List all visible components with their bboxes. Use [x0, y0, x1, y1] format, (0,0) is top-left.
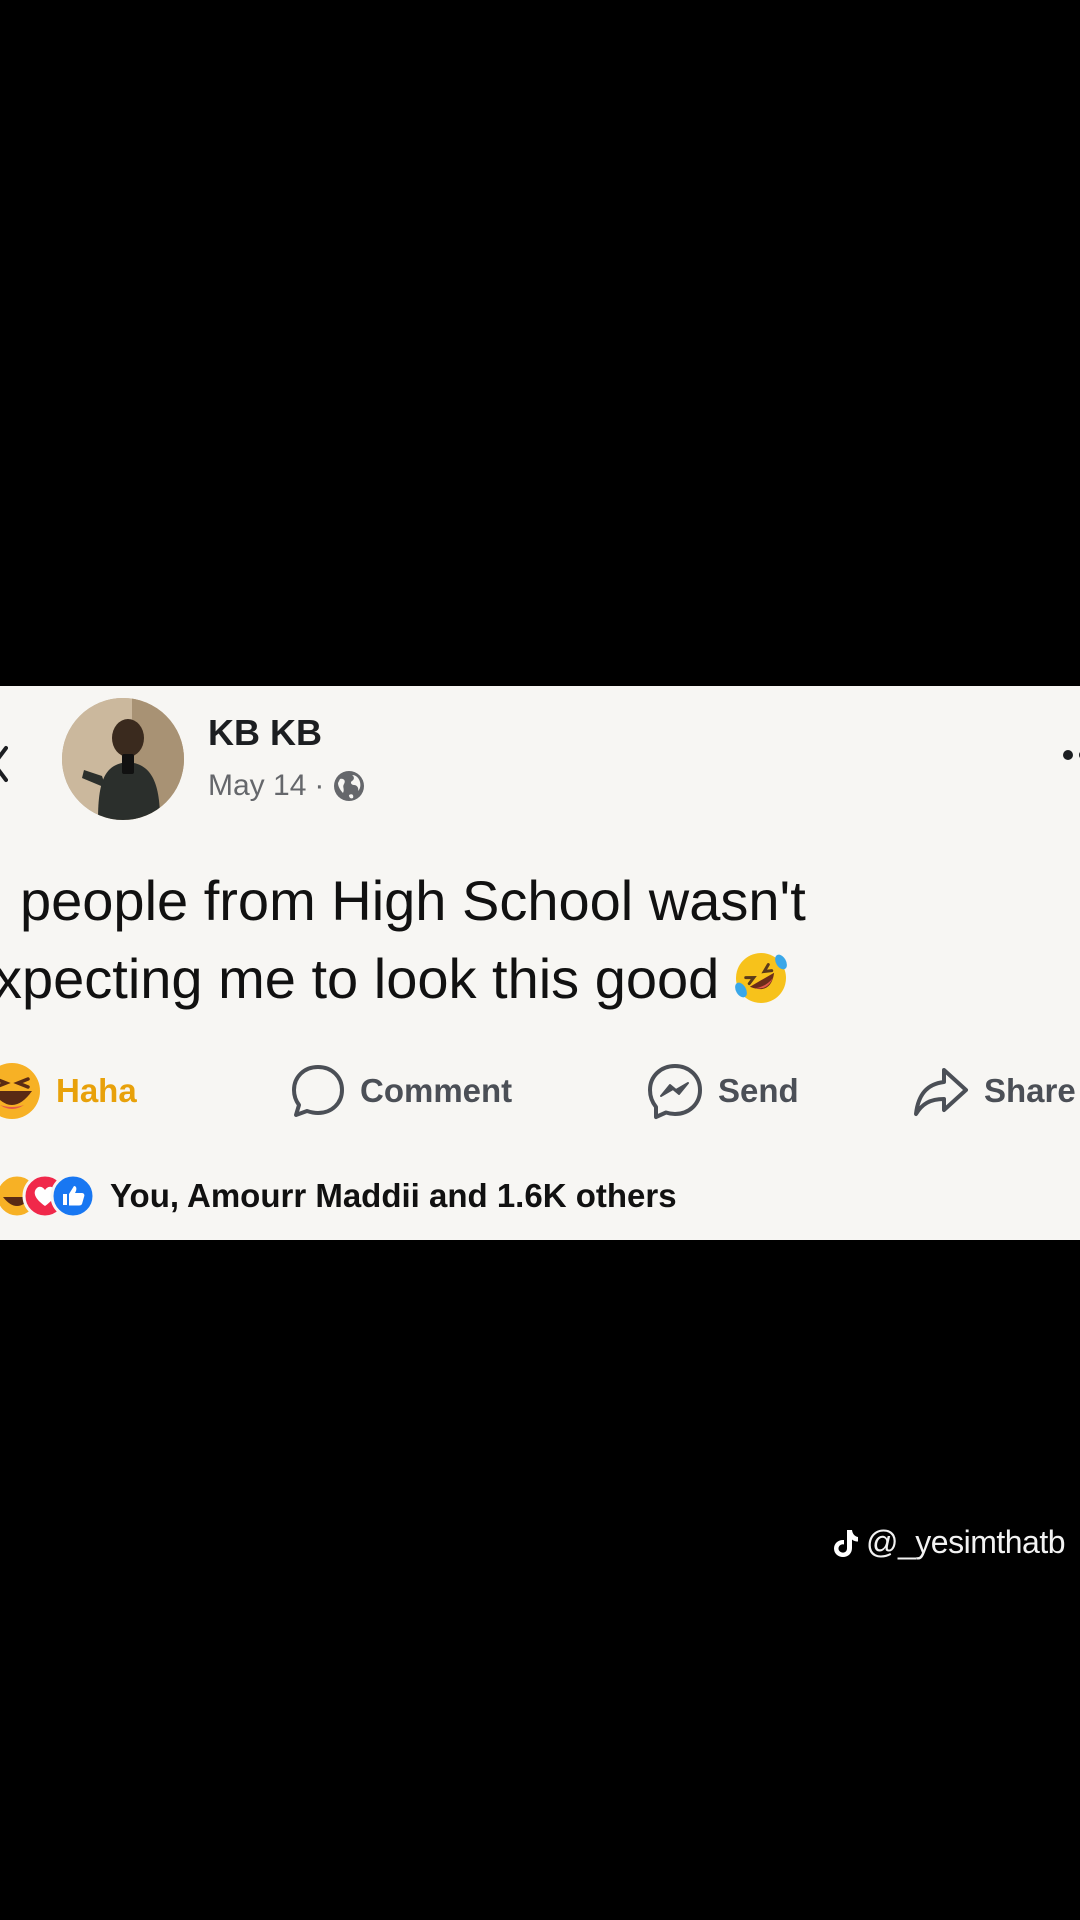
screen: KB KB May 14 · people from High School w… — [0, 0, 1080, 1920]
like-reaction-icon — [50, 1173, 96, 1219]
haha-icon — [0, 1063, 40, 1119]
more-options-icon[interactable] — [1062, 748, 1080, 762]
profile-photo — [62, 698, 184, 820]
post-meta: May 14 · — [208, 766, 366, 806]
tiktok-watermark: @_yesimthatb — [832, 1524, 1066, 1561]
facebook-post-card: KB KB May 14 · people from High School w… — [0, 686, 1080, 1240]
haha-label: Haha — [56, 1072, 137, 1109]
send-label: Send — [718, 1072, 799, 1109]
comment-label: Comment — [360, 1072, 513, 1109]
comment-button[interactable]: Comment — [290, 1056, 512, 1126]
reactions-text[interactable]: You, Amourr Maddii and 1.6K others — [110, 1177, 677, 1215]
share-label: Share — [984, 1072, 1076, 1109]
messenger-icon — [648, 1064, 702, 1119]
comment-icon — [292, 1065, 344, 1117]
avatar[interactable] — [62, 698, 184, 820]
reaction-icons — [0, 1172, 98, 1220]
post-date[interactable]: May 14 — [208, 769, 306, 803]
author-name[interactable]: KB KB — [208, 712, 322, 754]
watermark-handle: @_yesimthatb — [866, 1524, 1066, 1560]
post-text-line-2-text: xpecting me to look this good — [0, 947, 720, 1010]
post-actions: Haha Comment Send Share — [0, 1056, 1080, 1126]
send-button[interactable]: Send — [646, 1056, 799, 1126]
rolling-on-floor-laughing-emoji — [735, 953, 788, 1003]
back-chevron-icon[interactable] — [0, 744, 8, 784]
haha-button[interactable]: Haha — [0, 1056, 137, 1126]
globe-icon — [334, 771, 365, 801]
meta-separator: · — [314, 769, 325, 802]
share-icon — [914, 1068, 968, 1116]
share-button[interactable]: Share — [912, 1056, 1076, 1126]
post-text-line-1: people from High School wasn't — [20, 869, 806, 932]
post-text-line-2: xpecting me to look this good — [0, 940, 1074, 1018]
tiktok-icon — [834, 1529, 858, 1557]
post-text: people from High School wasn't xpecting … — [0, 862, 1080, 1018]
reactions-summary[interactable]: You, Amourr Maddii and 1.6K others — [0, 1172, 677, 1220]
